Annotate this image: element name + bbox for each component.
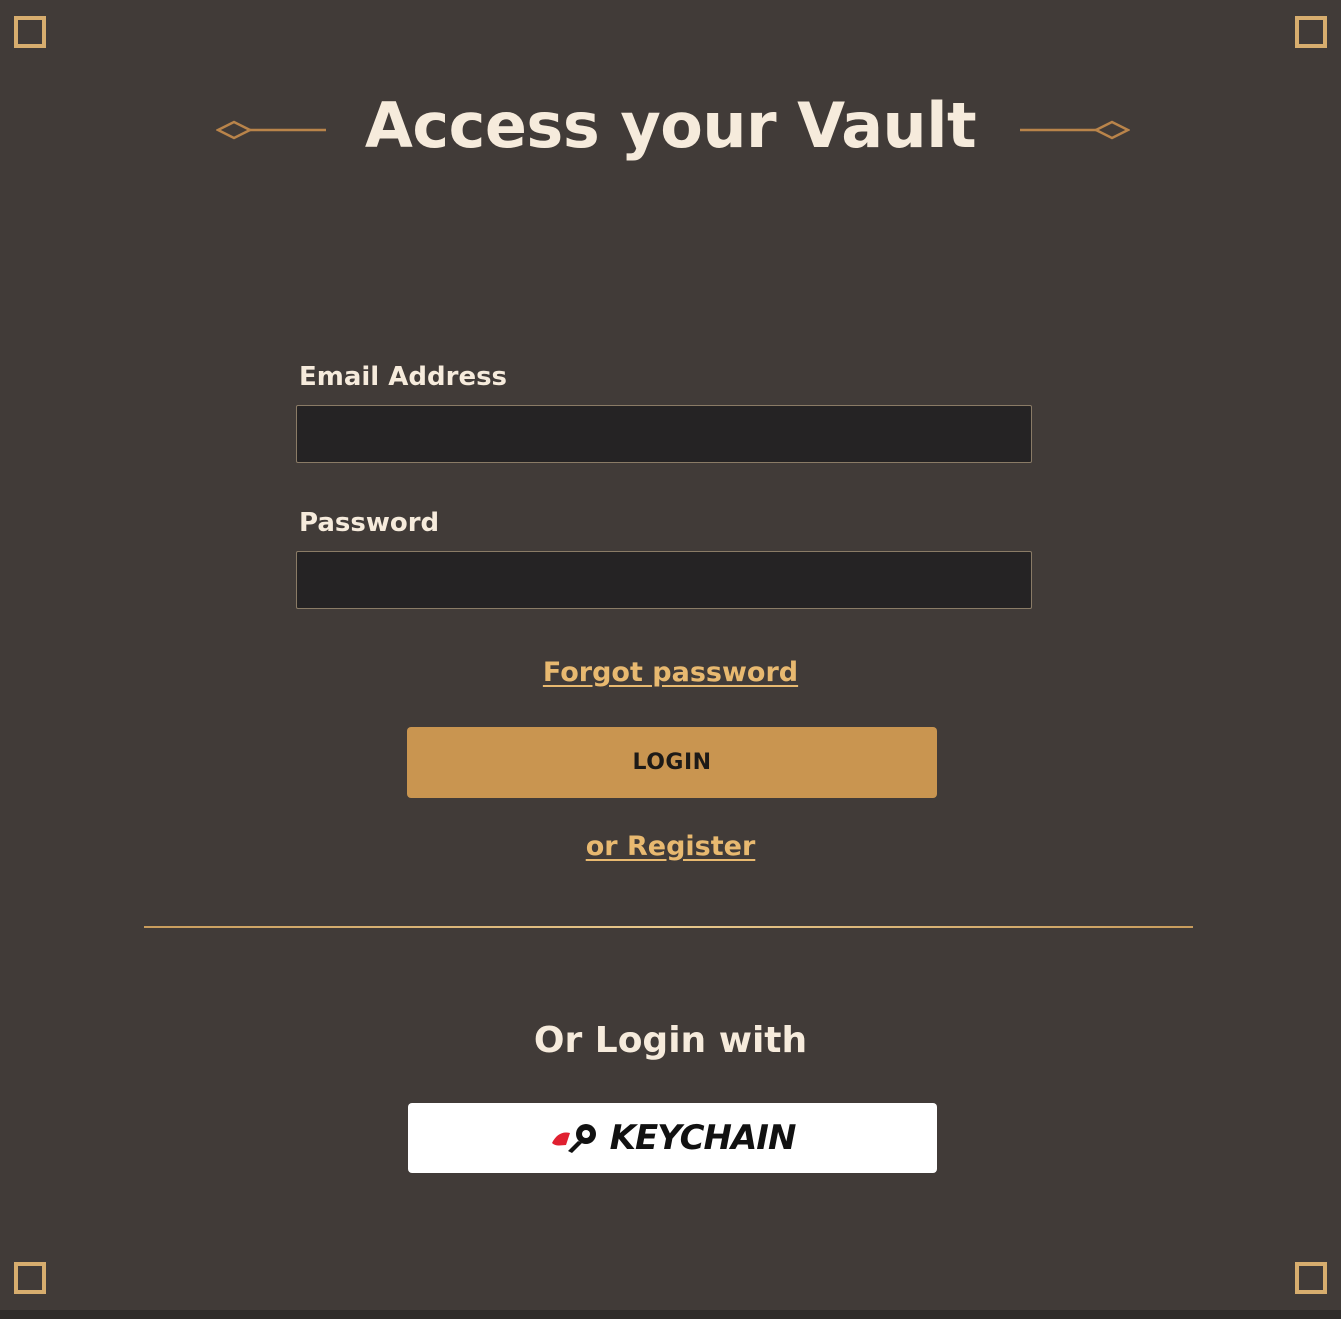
panel-shadow <box>0 1310 1341 1319</box>
email-label: Email Address <box>299 362 508 392</box>
password-label: Password <box>299 508 440 538</box>
email-field[interactable] <box>296 405 1032 463</box>
password-field[interactable] <box>296 551 1032 609</box>
page-title: Access your Vault <box>364 89 977 162</box>
title-ornament-left-icon <box>216 120 326 140</box>
title-ornament-right-icon <box>1020 120 1130 140</box>
key-logo-icon <box>551 1124 596 1153</box>
keychain-login-button[interactable]: KEYCHAIN <box>408 1103 937 1173</box>
register-link[interactable]: or Register <box>0 830 1341 864</box>
login-button[interactable]: LOGIN <box>407 727 937 798</box>
alt-login-heading: Or Login with <box>533 1020 808 1061</box>
forgot-password-link[interactable]: Forgot password <box>0 656 1341 690</box>
keychain-wordmark: KEYCHAIN <box>609 1118 797 1158</box>
section-divider <box>144 926 1193 928</box>
